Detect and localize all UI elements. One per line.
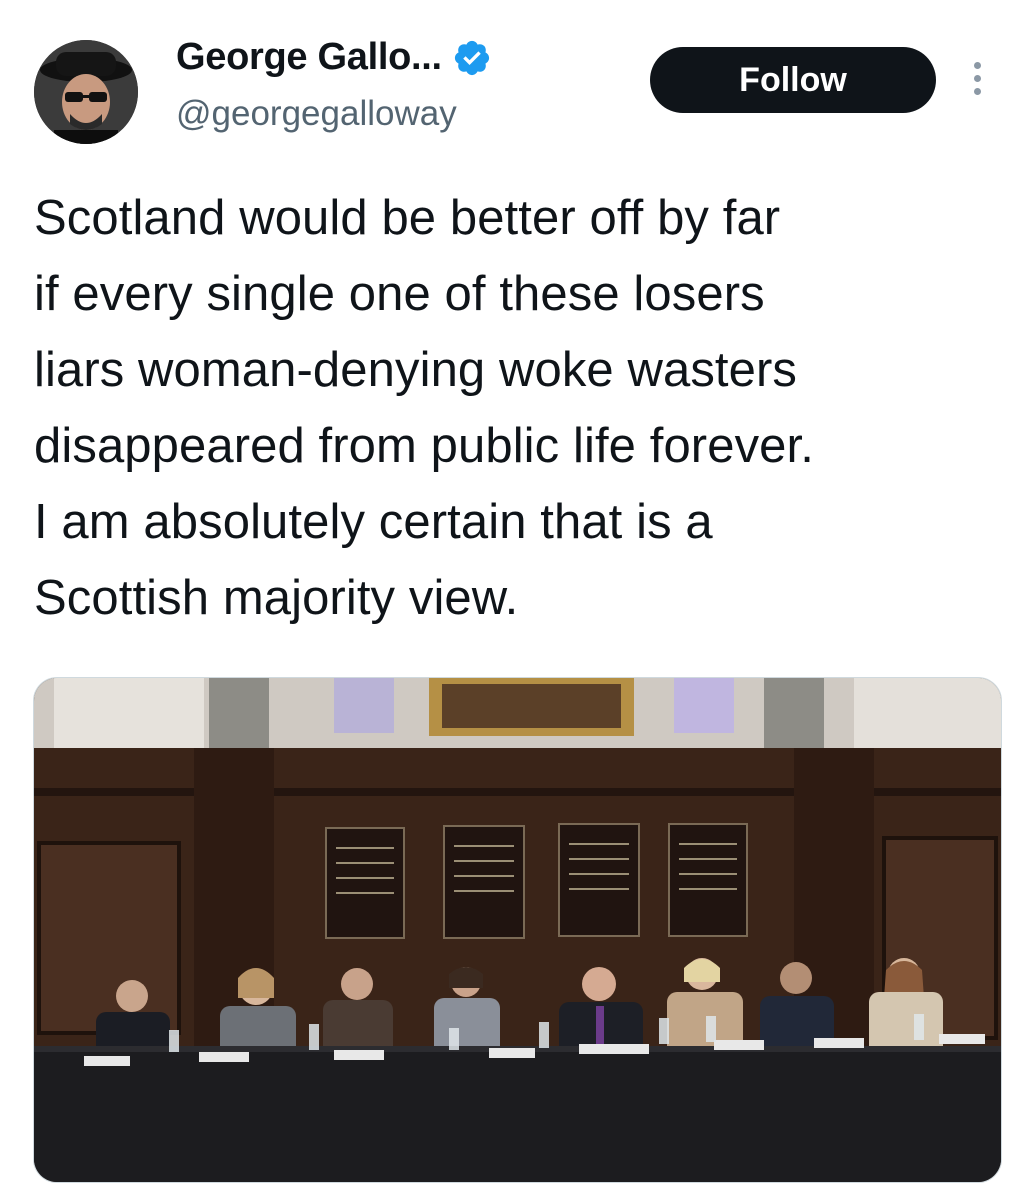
more-vertical-icon[interactable] — [965, 62, 989, 102]
author-display-name[interactable]: George Gallo... — [176, 36, 442, 79]
follow-button[interactable]: Follow — [650, 47, 936, 113]
author-name-row[interactable]: George Gallo... — [176, 36, 492, 79]
author-avatar[interactable] — [34, 40, 138, 144]
tweet-header: George Gallo... @georgegalloway Follow — [0, 0, 1031, 160]
verified-badge-icon — [454, 40, 489, 75]
avatar-image — [34, 40, 138, 144]
tweet-media-photo[interactable] — [33, 677, 1002, 1183]
author-handle[interactable]: @georgegalloway — [176, 94, 457, 134]
tweet-text: Scotland would be better off by far if e… — [34, 191, 814, 625]
event-photo-illustration — [34, 678, 1001, 1182]
